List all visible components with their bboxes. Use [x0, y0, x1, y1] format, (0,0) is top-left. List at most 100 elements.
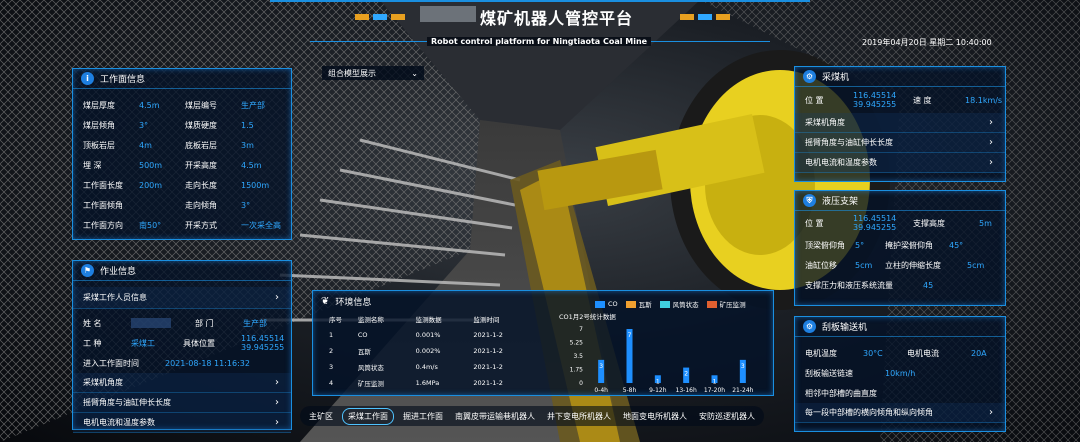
- expand-row[interactable]: 电机电流和温度参数 ›: [795, 153, 1005, 173]
- env-cell: 3: [329, 363, 334, 371]
- expand-row-label: 摇臂角度与油缸伸长长度: [83, 398, 171, 407]
- work-info-panel: ⚑ 作业信息 采煤工作人员信息 › 姓 名 部 门 生产部 工 种 采煤工 具体位置…: [72, 260, 292, 433]
- work-face-title: 工作面信息: [100, 75, 146, 85]
- leaf-icon: ❦: [321, 295, 330, 307]
- column-value: 5cm: [967, 260, 985, 270]
- table-row: 4 矿压监测 1.6MPa 2021-1-2: [329, 375, 539, 391]
- nav-tab[interactable]: 主矿区: [306, 409, 336, 424]
- position-label: 具体位置: [183, 338, 215, 348]
- expand-row[interactable]: 采煤机角度 ›: [73, 373, 291, 393]
- work-face-row: 工作面长度 200m 走向长度 1500m: [73, 175, 291, 195]
- legend-label: 矿压监测: [719, 301, 746, 309]
- shearer-header: ⚙ 采煤机: [795, 67, 1005, 87]
- conveyor-motor-row: 电机温度 30°C 电机电流 20A: [795, 343, 1005, 363]
- work-face-value: 生产部: [241, 100, 265, 110]
- env-cell: 4: [329, 379, 334, 387]
- work-face-label: 顶板岩层: [83, 140, 115, 150]
- chart-legend: CO 瓦斯 风筒状态 矿压监测: [595, 299, 746, 309]
- work-face-value: 200m: [139, 180, 163, 190]
- work-face-value: 1500m: [241, 180, 270, 190]
- name-value-blur: [131, 318, 171, 328]
- legend-item: 瓦斯: [625, 299, 652, 309]
- header-logo-blur: [420, 6, 476, 22]
- motor-current-value: 20A: [971, 348, 987, 358]
- expand-row-label: 采煤机角度: [805, 118, 845, 127]
- work-face-label: 工作面方向: [83, 220, 123, 230]
- bar-value-label: 1: [656, 378, 660, 385]
- top-beam-value: 5°: [855, 240, 865, 250]
- chevron-right-icon: ›: [989, 407, 993, 418]
- env-cell: 0.002%: [415, 347, 441, 355]
- datetime: 2019年04月20日 星期二 10:40:00: [862, 38, 992, 47]
- conveyor-header: ⚙ 刮板输送机: [795, 317, 1005, 337]
- shearer-speed-label: 速 度: [913, 95, 932, 105]
- legend-swatch: [625, 300, 636, 308]
- work-face-value: 3m: [241, 140, 254, 150]
- x-tick-label: 17-20h: [704, 387, 725, 394]
- curvature-label: 相邻中部槽的曲直度: [805, 388, 877, 398]
- hydraulic-position-row: 位 置 116.45514 39.945255 支撑高度 5m: [795, 211, 1005, 235]
- shearer-speed-value: 18.1km/s: [965, 95, 1003, 105]
- model-select-dropdown[interactable]: 组合模型展示 ⌄: [322, 66, 424, 80]
- staff-info-row[interactable]: 采煤工作人员信息 ›: [73, 287, 291, 309]
- env-table: 序号 监测名称 监测数据 监测时间 1 CO 0.001% 2021-1-2 2 瓦斯 0.002…: [329, 311, 539, 391]
- type-row: 工 种 采煤工 具体位置 116.45514 39.945255: [73, 333, 291, 353]
- support-icon: ⛨: [803, 194, 816, 207]
- bar-value-label: 7: [628, 332, 632, 339]
- legend-swatch: [706, 300, 717, 308]
- work-face-label: 煤层倾角: [83, 120, 115, 130]
- chevron-right-icon: ›: [275, 397, 279, 408]
- bar-value-label: 3: [741, 363, 745, 370]
- work-face-row: 工作面倾角 走向倾角 3°: [73, 195, 291, 215]
- bar-value-label: 1: [713, 378, 717, 385]
- hydraulic-position-value: 116.45514 39.945255: [853, 214, 897, 232]
- conveyor-speed-row: 刮板输送链速 10km/h: [795, 363, 1005, 383]
- conveyor-title: 刮板输送机: [822, 323, 868, 333]
- work-face-label: 走向长度: [185, 180, 217, 190]
- cylinder-label: 油缸位移: [805, 260, 837, 270]
- work-face-label: 工作面倾角: [83, 200, 123, 210]
- nav-tab[interactable]: 地面变电所机器人: [620, 409, 690, 424]
- curvature-row: 相邻中部槽的曲直度: [795, 383, 1005, 403]
- type-label: 工 种: [83, 338, 102, 348]
- nav-tab[interactable]: 南翼皮带运输巷机器人: [452, 409, 538, 424]
- env-cell: 2: [329, 347, 334, 355]
- header-decoration-left: [355, 14, 405, 20]
- work-face-row: 埋 深 500m 开采高度 4.5m: [73, 155, 291, 175]
- shearer-position-label: 位 置: [805, 95, 824, 105]
- x-tick-label: 0-4h: [594, 387, 608, 394]
- cylinder-value: 5cm: [855, 260, 873, 270]
- expand-row[interactable]: 摇臂角度与油缸伸长长度 ›: [73, 393, 291, 413]
- work-face-value: 3°: [241, 200, 251, 210]
- env-cell: 风筒状态: [357, 364, 384, 372]
- env-cell: 2021-1-2: [473, 363, 503, 371]
- nav-tab[interactable]: 掘进工作面: [400, 409, 446, 424]
- chart-title: CO1月2号统计数据: [559, 312, 616, 321]
- chevron-right-icon: ›: [275, 417, 279, 428]
- expand-row[interactable]: 采煤机角度 ›: [795, 113, 1005, 133]
- legend-label: CO: [608, 300, 618, 308]
- work-face-value: 4.5m: [139, 100, 160, 110]
- expand-row[interactable]: 电机电流和温度参数 ›: [73, 413, 291, 433]
- y-tick-label: 7: [579, 326, 583, 333]
- enter-time-value: 2021-08-18 11:16:32: [165, 358, 250, 368]
- table-row: 2 瓦斯 0.002% 2021-1-2: [329, 343, 539, 359]
- bar-value-label: 3: [599, 363, 603, 370]
- expand-row-label: 电机电流和温度参数: [83, 418, 155, 427]
- work-face-value: 3°: [139, 120, 149, 130]
- enter-time-row: 进入工作面时间 2021-08-18 11:16:32: [73, 353, 291, 373]
- expand-row[interactable]: 摇臂角度与油缸伸长长度 ›: [795, 133, 1005, 153]
- work-face-panel: i 工作面信息 煤层厚度 4.5m 煤层编号 生产部 煤层倾角 3° 煤质硬度 1.5 顶板岩层 4…: [72, 68, 292, 240]
- env-cell: CO: [357, 331, 368, 339]
- hydraulic-angle-row: 顶梁俯仰角 5° 掩护梁俯仰角 45°: [795, 235, 1005, 255]
- nav-tab[interactable]: 安防巡逻机器人: [696, 409, 758, 424]
- shearer-panel: ⚙ 采煤机 位 置 116.45514 39.945255 速 度 18.1km/s…: [794, 66, 1006, 182]
- env-col-header: 监测数据: [415, 316, 442, 324]
- chevron-right-icon: ›: [275, 292, 279, 303]
- nav-tab[interactable]: 井下变电所机器人: [544, 409, 614, 424]
- enter-time-label: 进入工作面时间: [83, 358, 139, 368]
- env-cell: 2021-1-2: [473, 331, 503, 339]
- angle-row[interactable]: 每一段中部槽的横向倾角和纵向倾角 ›: [795, 403, 1005, 423]
- nav-tab[interactable]: 采煤工作面: [342, 407, 394, 425]
- work-face-label: 开采高度: [185, 160, 217, 170]
